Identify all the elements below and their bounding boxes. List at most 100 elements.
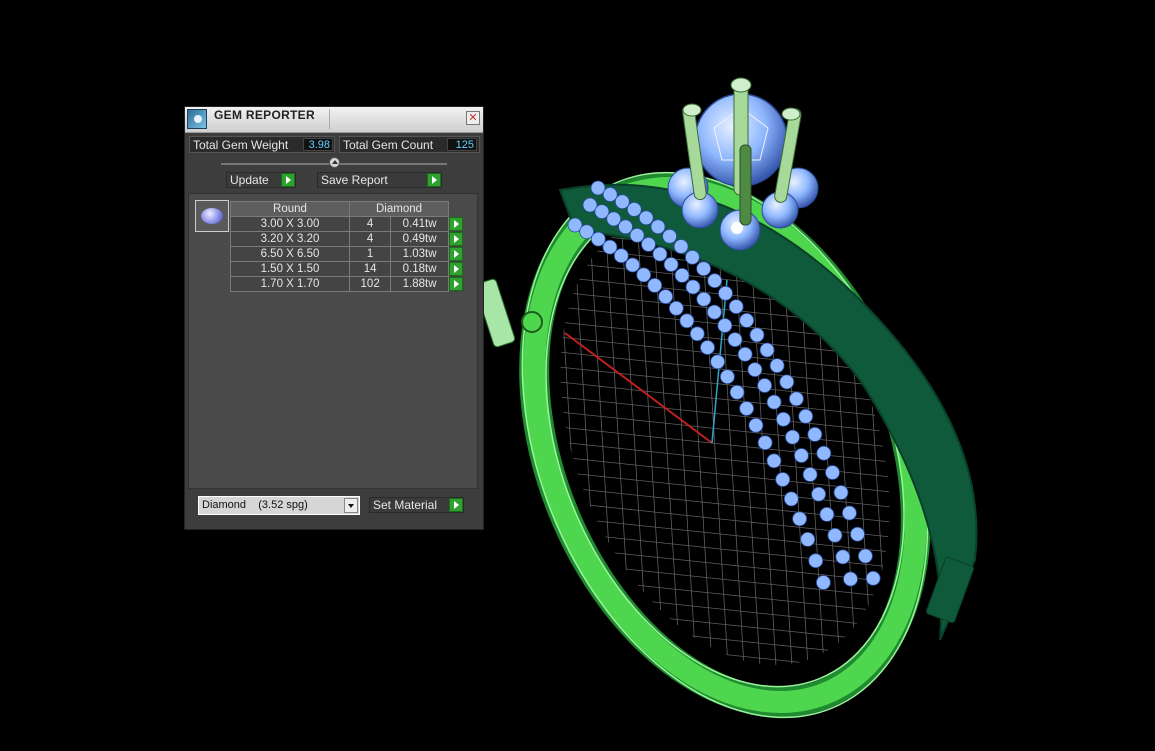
pave-gem	[769, 358, 785, 374]
gem-size: 1.70 X 1.70	[230, 276, 350, 292]
pave-gem	[775, 472, 791, 487]
row-arrow-icon[interactable]	[449, 277, 463, 291]
gem-count: 14	[348, 261, 392, 277]
pave-gem	[749, 327, 765, 343]
pave-gem	[618, 219, 633, 235]
update-button[interactable]: Update	[226, 172, 296, 188]
table-header: Round Diamond	[230, 201, 464, 217]
pave-gem	[647, 277, 663, 293]
table-row[interactable]: 3.20 X 3.20 4 0.49tw	[230, 231, 464, 247]
pave-gem	[717, 318, 733, 333]
pave-gem	[835, 549, 851, 565]
table-row[interactable]: 1.50 X 1.50 14 0.18tw	[230, 261, 464, 277]
pave-gem	[662, 228, 677, 244]
update-arrow-icon	[281, 173, 295, 187]
row-arrow-icon[interactable]	[449, 262, 463, 276]
close-button[interactable]: ✕	[466, 111, 480, 125]
set-material-arrow-icon	[449, 498, 463, 512]
gem-weight: 0.41tw	[390, 216, 449, 232]
header-shape: Round	[230, 201, 350, 217]
gem-table: Round Diamond 3.00 X 3.00 4 0.41tw 3.20 …	[230, 201, 464, 292]
titlebar[interactable]: GEM REPORTER ✕	[185, 107, 483, 133]
save-report-button-label: Save Report	[321, 173, 388, 187]
pave-gem	[783, 491, 799, 507]
total-gem-count-label: Total Gem Count	[343, 138, 434, 152]
pave-gem	[833, 485, 849, 500]
pave-gem	[759, 342, 775, 358]
gem-weight: 1.88tw	[390, 276, 449, 292]
table-row[interactable]: 6.50 X 6.50 1 1.03tw	[230, 246, 464, 262]
total-gem-count: Total Gem Count 125	[339, 136, 480, 153]
pave-gem	[720, 369, 735, 385]
pave-gem	[737, 346, 753, 362]
gem-reporter-icon	[187, 109, 207, 129]
gem-size: 1.50 X 1.50	[230, 261, 350, 277]
chevron-down-icon[interactable]	[344, 498, 358, 513]
pave-gem	[843, 571, 858, 587]
row-arrow-icon[interactable]	[449, 217, 463, 231]
total-gem-count-value: 125	[447, 138, 477, 151]
center-setting	[667, 77, 819, 251]
pave-gem	[679, 313, 695, 329]
pave-gem	[663, 257, 679, 272]
total-gem-weight-value: 3.98	[303, 138, 333, 151]
save-report-button[interactable]: Save Report	[317, 172, 442, 188]
pave-gem	[696, 291, 712, 307]
row-arrow-icon[interactable]	[449, 232, 463, 246]
pave-gem	[811, 486, 826, 502]
pave-gem	[789, 391, 804, 407]
pave-gem	[798, 408, 814, 424]
pave-gem	[794, 448, 809, 463]
pave-gem	[802, 467, 818, 482]
gem-list-area: Round Diamond 3.00 X 3.00 4 0.41tw 3.20 …	[188, 193, 478, 489]
pave-gem	[629, 227, 645, 243]
gem-count: 4	[348, 231, 392, 247]
pave-gem	[673, 239, 689, 254]
pave-gem	[842, 505, 857, 521]
slider-thumb[interactable]	[329, 157, 340, 168]
pave-gem	[747, 362, 763, 378]
pave-gem	[800, 532, 816, 547]
pave-gem	[757, 435, 773, 451]
gem-count: 1	[348, 246, 392, 262]
round-gem-icon	[201, 208, 223, 224]
pave-gem	[728, 299, 744, 315]
pave-gem	[819, 507, 835, 522]
set-material-button-label: Set Material	[373, 498, 438, 512]
material-select[interactable]: Diamond (3.52 spg)	[198, 496, 360, 515]
pave-gem	[674, 267, 690, 283]
pave-gem	[602, 239, 618, 255]
x-axis-line	[564, 332, 713, 444]
hinge-right	[925, 557, 975, 623]
pave-gem	[807, 426, 823, 442]
table-row[interactable]: 1.70 X 1.70 102 1.88tw	[230, 276, 464, 292]
pave-gem	[718, 285, 733, 301]
pave-gem	[658, 289, 673, 305]
panel-title: GEM REPORTER	[214, 108, 315, 122]
pave-gem	[785, 429, 800, 445]
ring-band	[474, 171, 978, 719]
title-divider	[329, 109, 330, 129]
total-gem-weight-label: Total Gem Weight	[193, 138, 289, 152]
pave-gem	[816, 575, 831, 590]
hinge-screw	[521, 311, 543, 333]
pave-gem	[727, 332, 743, 348]
pave-gem	[613, 248, 629, 264]
table-row[interactable]: 3.00 X 3.00 4 0.41tw	[230, 216, 464, 232]
pave-gem	[779, 374, 795, 390]
pave-gem	[729, 384, 745, 400]
pave-gem	[602, 187, 618, 202]
update-button-label: Update	[230, 173, 269, 187]
material-select-value: Diamond (3.52 spg)	[202, 499, 308, 511]
round-gem-thumbnail[interactable]	[195, 200, 229, 232]
gem-weight: 1.03tw	[390, 246, 449, 262]
pave-gem	[850, 526, 865, 542]
pave-gem	[636, 267, 652, 283]
set-material-button[interactable]: Set Material	[369, 497, 464, 513]
row-arrow-icon[interactable]	[449, 247, 463, 261]
3d-viewport[interactable]	[0, 0, 1155, 751]
pave-gem	[626, 201, 642, 217]
gem-reporter-panel: GEM REPORTER ✕ Total Gem Weight 3.98 Tot…	[184, 106, 484, 530]
pave-gem	[638, 210, 654, 226]
pave-gem	[641, 236, 656, 252]
